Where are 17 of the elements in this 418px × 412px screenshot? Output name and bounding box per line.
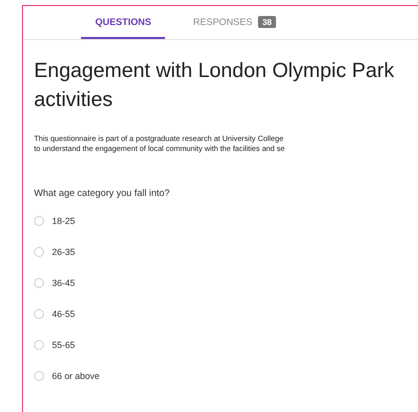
option-label: 26-35 [52,246,76,256]
option-label: 55-65 [52,340,76,350]
radio-button[interactable] [34,246,44,256]
tab[interactable]: RESPONSES 38 [179,6,290,39]
option-label: 66 or above [52,370,100,380]
radio-button[interactable] [34,216,44,226]
form-title: Engagement with London Olympic Park activities [34,58,396,113]
option-label: 18-25 [52,216,76,226]
option-label: 36-45 [52,278,76,288]
tab[interactable]: QUESTIONS [81,6,166,39]
radio-button[interactable] [34,370,44,380]
option-label: 46-55 [52,308,76,318]
radio-button[interactable] [34,340,44,350]
radio-button[interactable] [34,278,44,288]
response-count: 38 [258,16,276,28]
question-text: What age category you fall into? [34,188,171,199]
radio-button[interactable] [34,308,44,318]
